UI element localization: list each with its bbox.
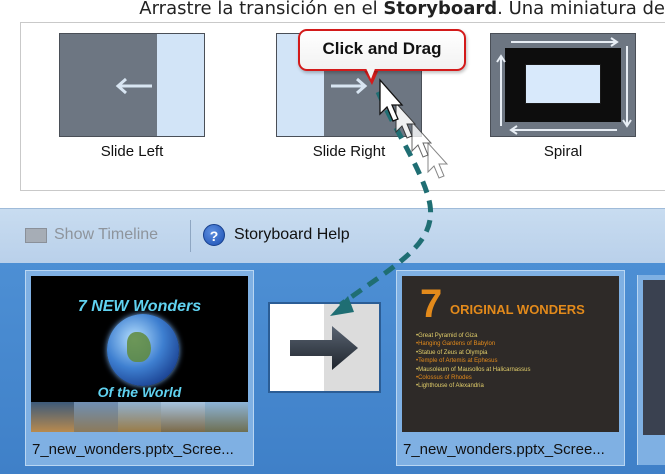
- toolbar-separator: [190, 220, 191, 252]
- globe-landmass: [127, 332, 151, 362]
- wonders-photo-strip: [31, 402, 248, 432]
- caption-text: Arrastre la transición en el: [139, 0, 384, 19]
- storyboard-help-label: Storyboard Help: [234, 226, 350, 243]
- instruction-caption: Arrastre la transición en el Storyboard.…: [0, 0, 665, 22]
- left-arrow-icon: [115, 77, 152, 95]
- help-icon: ?: [203, 224, 225, 246]
- right-arrow-icon: [290, 326, 358, 370]
- transition-label: Slide Right: [312, 143, 386, 160]
- show-timeline-button[interactable]: Show Timeline: [25, 223, 158, 247]
- storyboard-transition-tile[interactable]: [268, 302, 381, 393]
- spiral-thumbnail: [490, 33, 636, 137]
- storyboard-slide-1[interactable]: 7 NEW Wonders Of the World 7_new_wonders…: [25, 270, 254, 466]
- slide-2-bullet-list: •Great Pyramid of Giza •Hanging Gardens …: [416, 332, 616, 391]
- transition-slide-left[interactable]: Slide Left: [57, 33, 207, 160]
- caption-text-end: . Una miniatura de: [497, 0, 665, 19]
- storyboard-help-button[interactable]: ? Storyboard Help: [203, 223, 350, 247]
- bullet-item: •Mausoleum of Mausollos at Halicarnassus: [416, 366, 531, 373]
- slide-1-filename: 7_new_wonders.pptx_Scree...: [32, 441, 234, 458]
- filmstrip-icon: [25, 227, 47, 243]
- slide-1-subtitle: Of the World: [97, 384, 182, 400]
- callout-tail-inner: [365, 66, 376, 79]
- transition-spiral[interactable]: Spiral: [488, 33, 638, 160]
- storyboard-toolbar: Show Timeline ? Storyboard Help: [0, 208, 665, 264]
- slide-2-thumbnail: 7 ORIGINAL WONDERS •Great Pyramid of Giz…: [402, 276, 619, 432]
- bullet-item: •Hanging Gardens of Babylon: [416, 341, 496, 348]
- storyboard-slide-3-partial[interactable]: [637, 275, 665, 465]
- bullet-item: •Temple of Artemis at Ephesus: [416, 358, 498, 365]
- slide-1-thumbnail: 7 NEW Wonders Of the World: [31, 276, 248, 432]
- bullet-item: •Lighthouse of Alexandria: [416, 383, 484, 390]
- bullet-item: •Great Pyramid of Giza: [416, 333, 478, 339]
- click-and-drag-callout: Click and Drag: [298, 29, 466, 71]
- bullet-item: •Statue of Zeus at Olympia: [416, 349, 488, 356]
- transition-label: Spiral: [543, 143, 583, 160]
- slide-left-thumbnail: [59, 33, 205, 137]
- spiral-arrows-icon: [496, 37, 632, 135]
- bullet-item: •Colossus of Rhodes: [416, 375, 472, 382]
- slide-2-title: ORIGINAL WONDERS: [450, 302, 585, 317]
- slide-2-number: 7: [420, 282, 443, 326]
- slide-2-filename: 7_new_wonders.pptx_Scree...: [403, 441, 605, 458]
- transition-label: Slide Left: [100, 143, 164, 160]
- show-timeline-label: Show Timeline: [54, 226, 159, 243]
- caption-bold: Storyboard: [383, 0, 498, 19]
- storyboard-slide-2[interactable]: 7 ORIGINAL WONDERS •Great Pyramid of Giz…: [396, 270, 625, 466]
